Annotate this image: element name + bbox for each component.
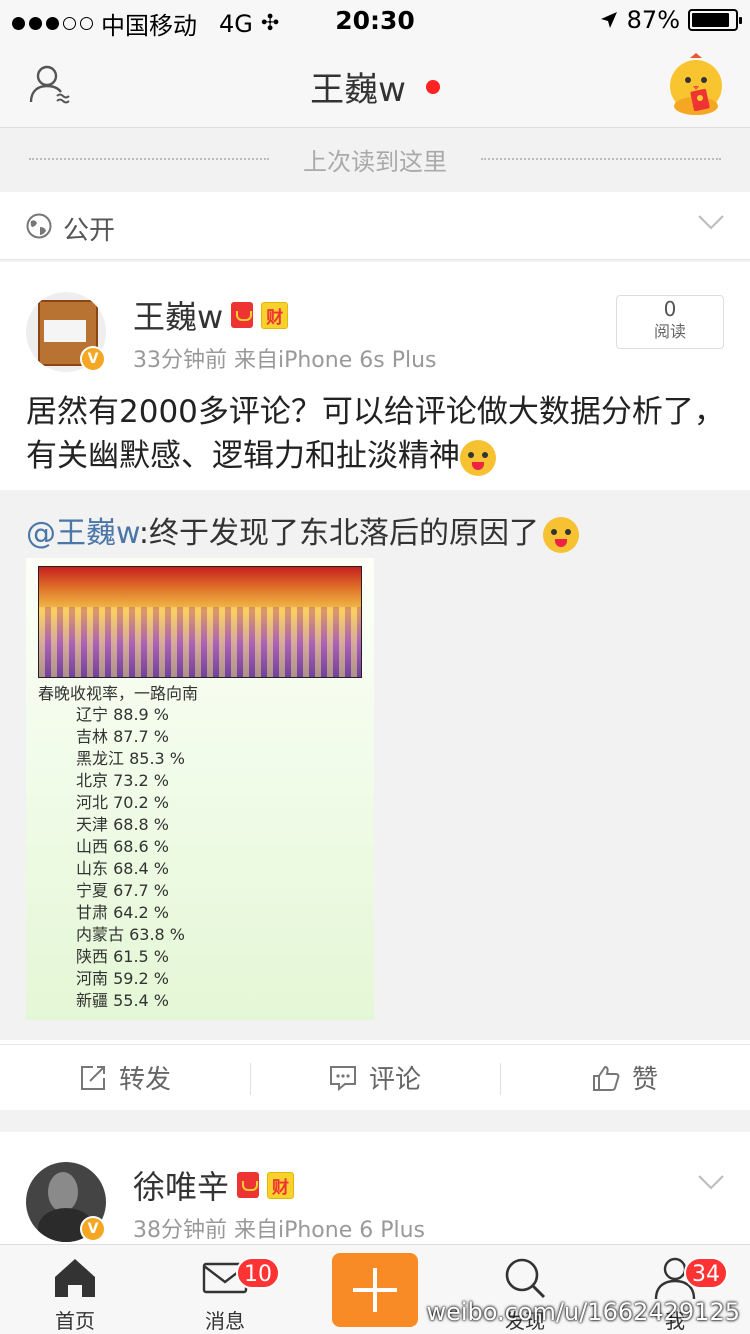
tab-messages[interactable]: 10 消息 <box>150 1245 300 1334</box>
read-label: 阅读 <box>653 322 686 341</box>
forward-label: 转发 <box>118 1065 171 1095</box>
like-button[interactable]: 赞 <box>500 1045 750 1110</box>
last-read-label: 上次读到这里 <box>303 147 447 176</box>
wealth-badge[interactable]: 财 <box>267 1171 295 1199</box>
status-bar: 中国移动 4G ✣ 20:30 87% <box>0 0 750 40</box>
rating-row: 河南 59.2 % <box>76 969 170 988</box>
messages-badge: 10 <box>236 1257 280 1289</box>
rating-row: 北京 73.2 % <box>76 771 170 790</box>
rating-row: 宁夏 67.7 % <box>76 881 170 900</box>
verified-badge: V <box>80 346 106 372</box>
tongue-emoji-icon <box>460 439 496 476</box>
tongue-out-emoji-icon <box>543 516 580 553</box>
rating-row: 新疆 55.4 % <box>76 991 170 1010</box>
rating-row: 甘肃 64.2 % <box>76 903 170 922</box>
navbar: 王巍w <box>0 40 750 128</box>
tab-messages-label: 消息 <box>205 1309 245 1333</box>
location-arrow-icon <box>600 12 617 28</box>
chick-mascot-icon[interactable] <box>666 52 726 116</box>
tab-home-label: 首页 <box>55 1309 95 1333</box>
divider-line-right <box>481 158 721 160</box>
unread-dot <box>425 79 440 94</box>
home-icon <box>55 1259 95 1297</box>
rating-row: 山东 68.4 % <box>76 859 170 878</box>
tab-home[interactable]: 首页 <box>0 1245 150 1334</box>
verified-badge: V <box>80 1216 106 1242</box>
post-username[interactable]: 徐唯辛 <box>133 1162 229 1208</box>
post-text-content: 居然有2000多评论？可以给评论做大数据分析了，有关幽默感、逻辑力和扯淡精神 <box>26 394 725 474</box>
rating-row: 内蒙古 63.8 % <box>76 925 186 944</box>
post-card[interactable]: 王巍w 财 33分钟前 来自iPhone 6s Plus 0 阅读 居然有200… <box>0 262 750 1110</box>
page-title-text: 王巍w <box>310 70 406 110</box>
post-username[interactable]: 王巍w <box>133 292 223 338</box>
battery-icon <box>688 9 742 31</box>
repost-block[interactable]: @王巍w:终于发现了东北落后的原因了 春晚收视率，一路向南 辽宁 88.9 % 吉… <box>0 490 750 1040</box>
rating-row: 辽宁 88.9 % <box>76 705 170 724</box>
post-card[interactable]: 徐唯辛 财 38分钟前 来自iPhone 6 Plus <box>0 1132 750 1252</box>
divider-line-left <box>29 158 269 160</box>
comment-label: 评论 <box>368 1065 421 1095</box>
chevron-down-icon[interactable] <box>698 1172 724 1192</box>
post-meta: 33分钟前 来自iPhone 6s Plus <box>133 348 437 373</box>
visibility-group-bar[interactable]: 公开 <box>0 192 750 260</box>
mention-link[interactable]: @王巍w <box>26 516 139 551</box>
repost-text: @王巍w:终于发现了东北落后的原因了 <box>26 508 580 553</box>
post-text: 居然有2000多评论？可以给评论做大数据分析了，有关幽默感、逻辑力和扯淡精神 <box>26 390 726 478</box>
repost-image[interactable]: 春晚收视率，一路向南 辽宁 88.9 % 吉林 87.7 % 黑龙江 85.3 % 北… <box>26 558 374 1020</box>
read-count-box[interactable]: 0 阅读 <box>616 295 724 349</box>
globe-icon <box>26 213 52 239</box>
post-actions: 转发 评论 赞 <box>0 1044 750 1110</box>
me-badge: 34 <box>684 1257 728 1289</box>
rating-row: 天津 68.8 % <box>76 815 170 834</box>
rating-row: 黑龙江 85.3 % <box>76 749 186 768</box>
red-envelope-icon[interactable] <box>231 302 254 328</box>
image-title: 春晚收视率，一路向南 <box>38 684 199 703</box>
thumbs-up-icon <box>592 1065 620 1091</box>
battery-percent: 87% <box>626 6 680 34</box>
like-label: 赞 <box>631 1065 658 1095</box>
last-read-divider[interactable]: 上次读到这里 <box>0 128 750 190</box>
chevron-down-icon[interactable] <box>698 212 724 232</box>
forward-icon <box>80 1065 105 1090</box>
post-meta: 38分钟前 来自iPhone 6 Plus <box>133 1218 426 1243</box>
read-count: 0 <box>663 297 677 321</box>
page-title[interactable]: 王巍w <box>0 62 750 111</box>
compose-button[interactable] <box>332 1253 418 1327</box>
repost-content: :终于发现了东北落后的原因了 <box>138 516 540 551</box>
rating-row: 吉林 87.7 % <box>76 727 170 746</box>
rating-row: 陕西 61.5 % <box>76 947 170 966</box>
group-label: 公开 <box>63 216 116 246</box>
search-icon <box>505 1258 546 1299</box>
comment-icon <box>329 1065 356 1091</box>
forward-button[interactable]: 转发 <box>0 1045 250 1110</box>
gala-stage-photo <box>38 566 362 678</box>
rating-row: 河北 70.2 % <box>76 793 170 812</box>
ratings-list: 辽宁 88.9 % 吉林 87.7 % 黑龙江 85.3 % 北京 73.2 % 河北 … <box>76 704 185 1012</box>
wealth-badge[interactable]: 财 <box>261 301 289 329</box>
comment-button[interactable]: 评论 <box>250 1045 500 1110</box>
watermark: weibo.com/u/1662429125 <box>426 1298 740 1326</box>
rating-row: 山西 68.6 % <box>76 837 170 856</box>
red-envelope-icon[interactable] <box>237 1172 260 1198</box>
